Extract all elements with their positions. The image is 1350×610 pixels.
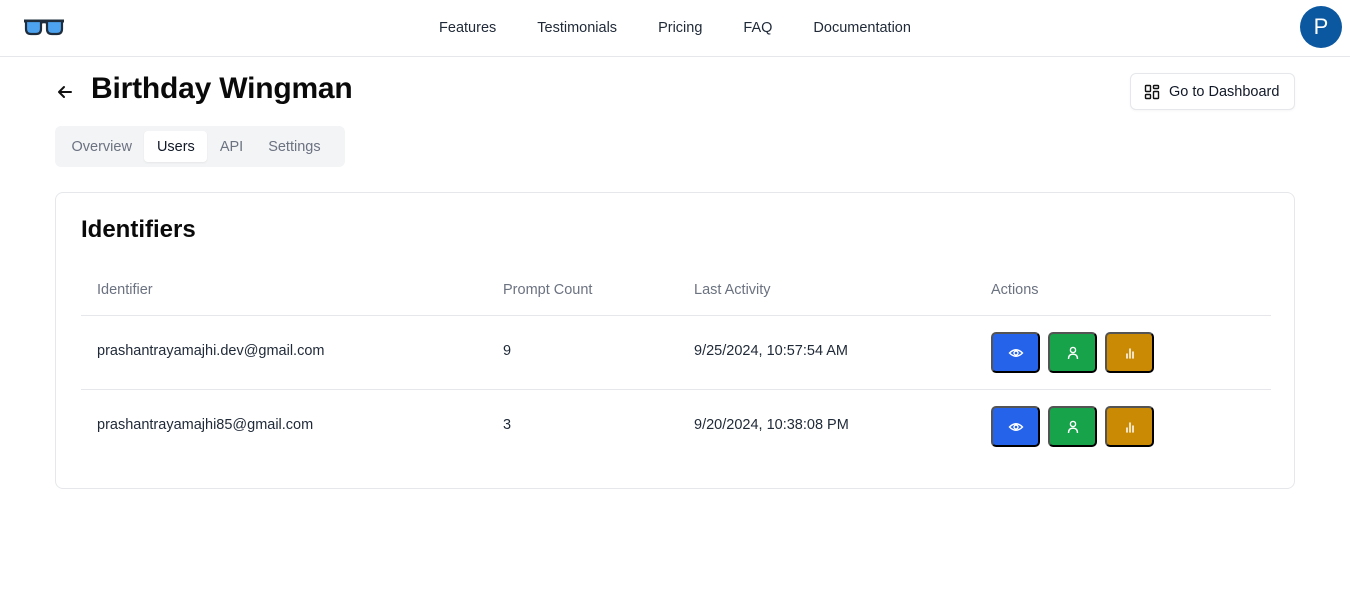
nav-link-features[interactable]: Features bbox=[439, 20, 496, 36]
tab-settings[interactable]: Settings bbox=[256, 131, 333, 162]
page-title: Birthday Wingman bbox=[91, 72, 353, 105]
last-activity-cell: 9/25/2024, 10:57:54 AM bbox=[694, 343, 848, 359]
column-header-last-activity: Last Activity bbox=[694, 282, 771, 298]
bar-chart-icon bbox=[1125, 421, 1134, 433]
nav-link-documentation[interactable]: Documentation bbox=[813, 20, 911, 36]
tab-list: Overview Users API Settings bbox=[55, 126, 345, 167]
stats-button[interactable] bbox=[1105, 332, 1154, 373]
identifier-cell: prashantrayamajhi85@gmail.com bbox=[97, 417, 314, 433]
stats-button[interactable] bbox=[1105, 406, 1154, 447]
main-nav: Features Testimonials Pricing FAQ Docume… bbox=[0, 0, 1350, 56]
arrow-left-icon[interactable] bbox=[55, 82, 75, 102]
user-icon bbox=[1067, 420, 1078, 433]
go-to-dashboard-button[interactable]: Go to Dashboard bbox=[1130, 73, 1295, 110]
view-button[interactable] bbox=[991, 332, 1040, 373]
eye-icon bbox=[1008, 348, 1023, 357]
identifiers-title: Identifiers bbox=[81, 216, 196, 243]
top-navbar: Features Testimonials Pricing FAQ Docume… bbox=[0, 0, 1350, 57]
user-button[interactable] bbox=[1048, 332, 1097, 373]
tab-users[interactable]: Users bbox=[144, 131, 208, 162]
nav-link-testimonials[interactable]: Testimonials bbox=[537, 20, 617, 36]
column-header-actions: Actions bbox=[991, 282, 1039, 298]
column-header-identifier: Identifier bbox=[97, 282, 153, 298]
user-avatar[interactable]: P bbox=[1300, 6, 1342, 48]
row-actions bbox=[991, 332, 1154, 373]
nav-link-pricing[interactable]: Pricing bbox=[658, 20, 702, 36]
bar-chart-icon bbox=[1125, 347, 1134, 359]
table-header: Identifier Prompt Count Last Activity Ac… bbox=[81, 270, 1271, 316]
nav-link-faq[interactable]: FAQ bbox=[743, 20, 772, 36]
tab-overview[interactable]: Overview bbox=[59, 131, 144, 162]
go-to-dashboard-label: Go to Dashboard bbox=[1169, 83, 1280, 100]
layout-grid-icon bbox=[1144, 84, 1160, 99]
table-row: prashantrayamajhi.dev@gmail.com 9 9/25/2… bbox=[81, 316, 1271, 390]
table-row: prashantrayamajhi85@gmail.com 3 9/20/202… bbox=[81, 390, 1271, 464]
prompt-count-cell: 9 bbox=[503, 343, 512, 359]
prompt-count-cell: 3 bbox=[503, 417, 512, 433]
column-header-prompt-count: Prompt Count bbox=[503, 282, 593, 298]
identifier-cell: prashantrayamajhi.dev@gmail.com bbox=[97, 343, 325, 359]
eye-icon bbox=[1008, 422, 1023, 431]
identifiers-table: Identifier Prompt Count Last Activity Ac… bbox=[81, 270, 1271, 464]
last-activity-cell: 9/20/2024, 10:38:08 PM bbox=[694, 417, 849, 433]
user-icon bbox=[1067, 346, 1078, 359]
tab-api[interactable]: API bbox=[207, 131, 255, 162]
identifiers-card: Identifiers Identifier Prompt Count Last… bbox=[55, 192, 1295, 489]
user-button[interactable] bbox=[1048, 406, 1097, 447]
view-button[interactable] bbox=[991, 406, 1040, 447]
row-actions bbox=[991, 406, 1154, 447]
